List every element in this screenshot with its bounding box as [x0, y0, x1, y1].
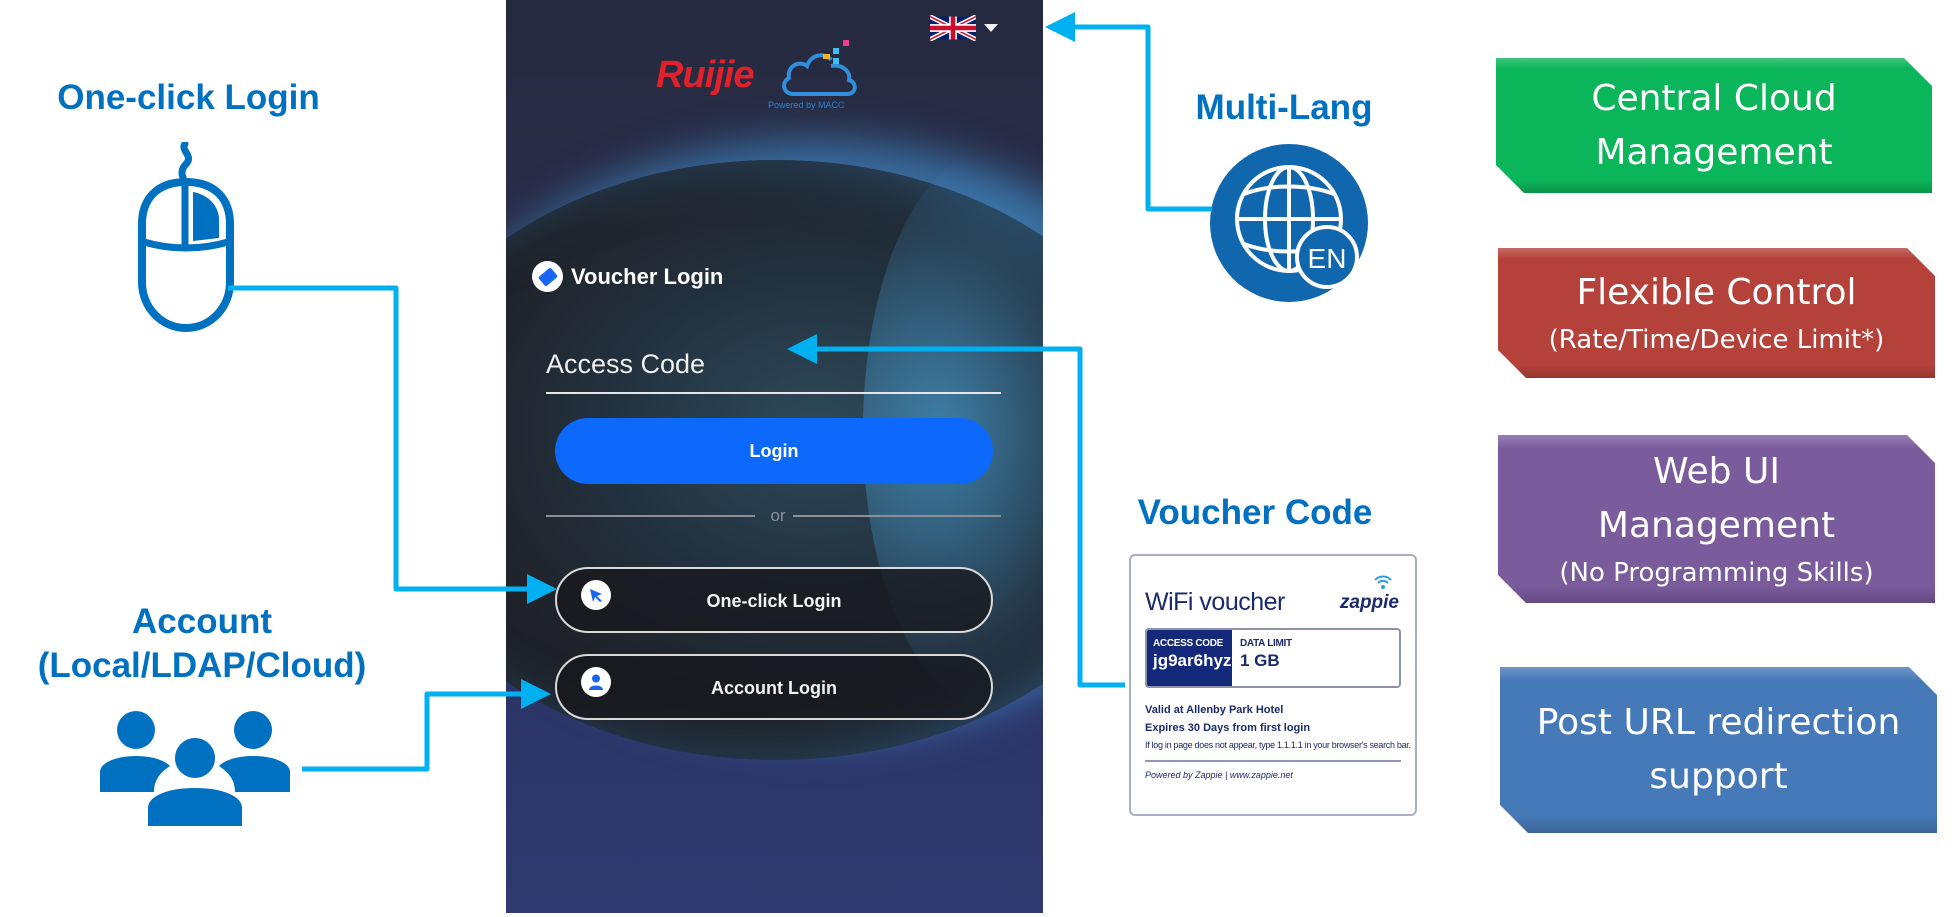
account-login-button[interactable]: Account Login: [555, 654, 993, 720]
multi-lang-title: Multi-Lang: [1195, 88, 1373, 127]
login-button[interactable]: Login: [555, 418, 993, 484]
feature-flexible-control: Flexible Control (Rate/Time/Device Limit…: [1498, 248, 1935, 378]
globe-label: EN: [1308, 243, 1347, 274]
wifi-icon: [1374, 575, 1392, 589]
divider: [1145, 760, 1401, 762]
account-title-line1: Account: [132, 602, 272, 641]
account-title-line2: (Local/LDAP/Cloud): [37, 646, 367, 685]
feature-title-line: Web UI: [1653, 451, 1780, 492]
feature-subtitle: (No Programming Skills): [1559, 558, 1874, 588]
access-code-value: jg9ar6hyz: [1153, 651, 1232, 670]
wifi-voucher-card: WiFi voucher zappie ACCESS CODE jg9ar6hy…: [1129, 554, 1417, 816]
feature-title-line: Management: [1595, 131, 1833, 173]
voucher-login-header: Voucher Login: [532, 261, 723, 292]
one-click-login-title: One-click Login: [57, 78, 320, 117]
chevron-down-icon[interactable]: [984, 24, 998, 32]
captive-portal-login-page: Ruijie Powered by MACC Voucher Login Log…: [506, 0, 1043, 913]
voucher-info-box: ACCESS CODE jg9ar6hyz DATA LIMIT 1 GB: [1145, 628, 1401, 688]
feature-subtitle: (Rate/Time/Device Limit*): [1548, 325, 1885, 355]
ruijie-logo: Ruijie Powered by MACC: [656, 38, 871, 113]
voucher-login-label: Voucher Login: [571, 263, 724, 289]
valid-at-text: Valid at Allenby Park Hotel: [1145, 704, 1284, 716]
mouse-icon: [138, 142, 234, 332]
ticket-icon: [532, 261, 563, 292]
powered-by-label: Powered by MACC: [768, 100, 845, 110]
account-login-label: Account Login: [711, 678, 837, 698]
uk-flag-icon: [930, 15, 976, 41]
account-title: Account (Local/LDAP/Cloud): [22, 600, 382, 688]
expires-text: Expires 30 Days from first login: [1145, 722, 1311, 734]
note-text: If log in page does not appear, type 1.1…: [1145, 740, 1411, 750]
feature-title-line: Management: [1597, 505, 1836, 546]
feature-central-cloud-management: Central Cloud Management: [1496, 58, 1932, 193]
data-limit-value: 1 GB: [1240, 651, 1280, 670]
voucher-card-title: WiFi voucher: [1145, 588, 1285, 616]
or-separator: or: [546, 506, 1001, 526]
access-code-section: ACCESS CODE jg9ar6hyz: [1147, 630, 1232, 686]
feature-post-url-redirection: Post URL redirection support: [1500, 667, 1937, 833]
separator-line: [793, 515, 1001, 517]
feature-web-ui-management: Web UI Management (No Programming Skills…: [1498, 435, 1935, 603]
one-click-login-label: One-click Login: [706, 591, 842, 611]
access-code-label: ACCESS CODE: [1153, 638, 1224, 649]
data-limit-section: DATA LIMIT 1 GB: [1232, 630, 1399, 686]
powered-by-zappie: Powered by Zappie | www.zappie.net: [1145, 770, 1293, 780]
language-selector[interactable]: [930, 14, 1000, 42]
access-code-input[interactable]: [546, 337, 1001, 394]
feature-title-line: Post URL redirection: [1536, 702, 1901, 743]
feature-title-line: Central Cloud: [1591, 77, 1837, 119]
feature-title-line: Flexible Control: [1576, 272, 1857, 313]
users-group-icon: [100, 711, 290, 828]
globe-language-icon: EN: [1210, 144, 1368, 302]
one-click-login-button[interactable]: One-click Login: [555, 567, 993, 633]
or-label: or: [770, 506, 786, 525]
connector-one-click: [228, 285, 557, 604]
feature-title-line: support: [1649, 756, 1788, 797]
cloud-logo-icon: [782, 40, 857, 96]
zappie-brand: zappie: [1339, 592, 1399, 613]
separator-line: [546, 515, 755, 517]
data-limit-label: DATA LIMIT: [1240, 638, 1292, 649]
logo-text: Ruijie: [656, 54, 754, 96]
voucher-code-title: Voucher Code: [1137, 493, 1373, 532]
